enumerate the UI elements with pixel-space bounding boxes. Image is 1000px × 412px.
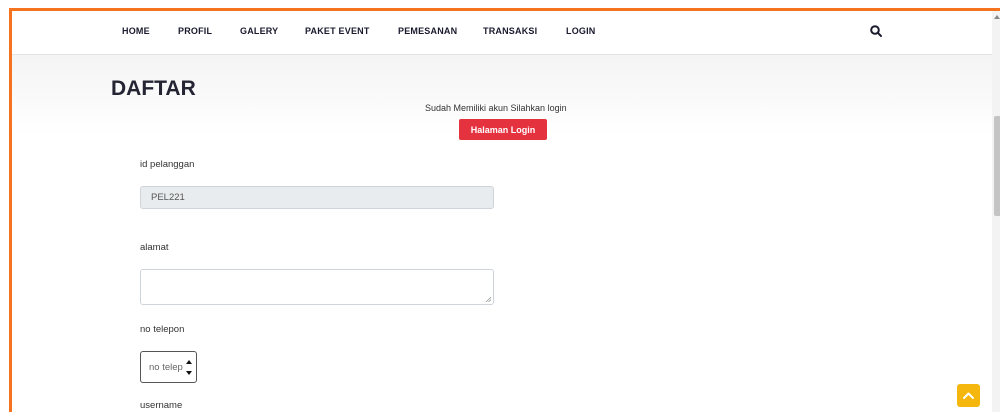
nav-galery[interactable]: GALERY bbox=[240, 26, 278, 36]
nav-pemesanan[interactable]: PEMESANAN bbox=[398, 26, 457, 36]
scroll-up-arrow-icon[interactable] bbox=[994, 15, 1000, 19]
nav-paket-event[interactable]: PAKET EVENT bbox=[305, 26, 370, 36]
no-telepon-field[interactable]: no telepon bbox=[140, 351, 197, 383]
scrollbar-thumb[interactable] bbox=[994, 116, 1000, 216]
navbar: HOME PROFIL GALERY PAKET EVENT PEMESANAN… bbox=[12, 11, 1000, 55]
no-telepon-placeholder: no telepon bbox=[149, 362, 183, 373]
alamat-label: alamat bbox=[140, 242, 169, 253]
username-label: username bbox=[140, 400, 183, 411]
page-title: DAFTAR bbox=[111, 77, 196, 100]
login-hint-text: Sudah Memiliki akun Silahkan login bbox=[425, 103, 567, 113]
nav-home[interactable]: HOME bbox=[122, 26, 150, 36]
browser-viewport: HOME PROFIL GALERY PAKET EVENT PEMESANAN… bbox=[9, 8, 1000, 412]
spin-up-icon[interactable] bbox=[186, 360, 192, 364]
id-pelanggan-label: id pelanggan bbox=[140, 159, 195, 170]
chevron-up-icon bbox=[963, 392, 974, 399]
login-page-button[interactable]: Halaman Login bbox=[459, 119, 547, 140]
search-icon[interactable] bbox=[869, 24, 883, 38]
alamat-textarea[interactable] bbox=[140, 269, 494, 305]
nav-login[interactable]: LOGIN bbox=[566, 26, 596, 36]
resize-grip-icon[interactable] bbox=[485, 296, 491, 302]
id-pelanggan-field[interactable]: PEL221 bbox=[140, 186, 494, 209]
nav-profil[interactable]: PROFIL bbox=[178, 26, 212, 36]
nav-transaksi[interactable]: TRANSAKSI bbox=[483, 26, 537, 36]
spin-down-icon[interactable] bbox=[186, 371, 192, 375]
scroll-to-top-button[interactable] bbox=[957, 384, 980, 407]
no-telepon-label: no telepon bbox=[140, 324, 185, 335]
vertical-scrollbar[interactable] bbox=[992, 11, 1000, 412]
